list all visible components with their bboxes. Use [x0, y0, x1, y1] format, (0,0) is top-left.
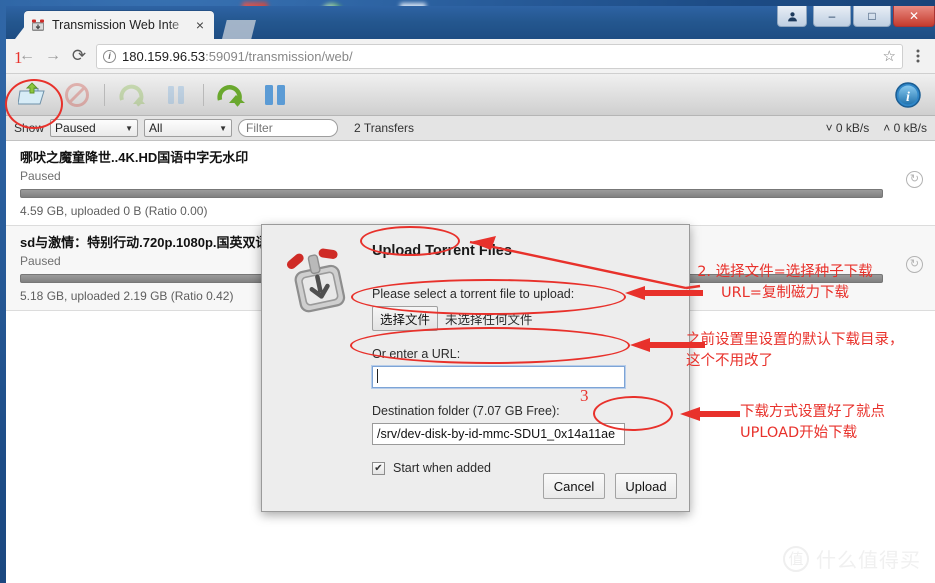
transmission-app: i Show Paused ▼ All ▼ 2 Transfers ˅ 0 kB… — [6, 74, 935, 583]
window-controls: – □ ✕ — [775, 6, 935, 28]
window-minimize-button[interactable]: – — [813, 6, 851, 27]
window-maximize-button[interactable]: □ — [853, 6, 891, 27]
resume-icon[interactable]: ↻ — [906, 256, 923, 273]
bookmark-star-icon[interactable]: ☆ — [883, 47, 896, 65]
back-icon[interactable]: ← — [14, 43, 40, 69]
browser-tab[interactable]: Transmission Web Inte × — [24, 11, 214, 39]
transmission-filterbar: Show Paused ▼ All ▼ 2 Transfers ˅ 0 kB/s… — [6, 116, 935, 141]
remove-torrent-button[interactable] — [58, 78, 96, 112]
start-when-added-label: Start when added — [393, 461, 491, 475]
browser-navbar: ← → ⟳ i 180.159.96.53:59091/transmission… — [6, 39, 935, 74]
address-bar-text: 180.159.96.53:59091/transmission/web/ — [122, 49, 353, 64]
watermark: 值 什么值得买 — [783, 544, 921, 573]
watermark-text: 什么值得买 — [816, 548, 921, 572]
download-arrow-icon: ˅ — [825, 121, 833, 135]
tab-close-icon[interactable]: × — [192, 17, 208, 33]
destination-folder-label: Destination folder (7.07 GB Free): — [372, 404, 560, 418]
show-label: Show — [14, 121, 45, 135]
table-row[interactable]: 哪吠之魔童降世..4K.HD国语中字无水印 Paused 4.59 GB, up… — [6, 141, 935, 226]
torrent-meta: 4.59 GB, uploaded 0 B (Ratio 0.00) — [20, 204, 208, 218]
browser-tab-title: Transmission Web Inte — [52, 18, 180, 32]
chevron-down-icon: ▼ — [125, 123, 134, 133]
chevron-down-icon-2: ▼ — [219, 123, 228, 133]
upload-speed-value: 0 kB/s — [893, 121, 927, 135]
upload-arrow-icon: ˄ — [883, 121, 891, 135]
dialog-body: Please select a torrent file to upload: … — [371, 287, 675, 475]
window-close-button[interactable]: ✕ — [893, 6, 935, 27]
torrent-status: Paused — [20, 169, 61, 183]
torrent-progress-bar — [20, 189, 883, 198]
download-speed-value: 0 kB/s — [835, 121, 870, 135]
url-host: 180.159.96.53 — [122, 48, 206, 64]
state-filter-value: Paused — [55, 121, 96, 135]
destination-folder-input[interactable]: /srv/dev-disk-by-id-mmc-SDU1_0x14a11ae — [372, 423, 625, 445]
url-label: Or enter a URL: — [372, 347, 461, 361]
choose-file-button[interactable]: 选择文件 — [372, 306, 439, 331]
browser-tabstrip: Transmission Web Inte × – □ ✕ — [6, 6, 935, 39]
forward-icon[interactable]: → — [40, 43, 66, 69]
no-file-selected-label: 未选择任何文件 — [445, 313, 533, 327]
pause-torrent-button[interactable] — [157, 78, 195, 112]
file-input-row: 选择文件 未选择任何文件 — [372, 306, 675, 331]
address-bar[interactable]: i 180.159.96.53:59091/transmission/web/ … — [96, 43, 903, 69]
start-torrent-button[interactable] — [113, 78, 151, 112]
dialog-title: Upload Torrent Files — [372, 243, 512, 259]
browser-window: Transmission Web Inte × – □ ✕ ← → ⟳ i 18… — [6, 6, 935, 583]
filter-input[interactable] — [238, 119, 339, 137]
state-filter-select[interactable]: Paused ▼ — [50, 119, 139, 137]
text-caret — [377, 369, 378, 383]
upload-torrent-dialog: Upload Torrent Files Please select a tor… — [261, 224, 690, 512]
resume-icon[interactable]: ↻ — [906, 171, 923, 188]
chrome-profile-button[interactable] — [777, 6, 807, 27]
toolbar-separator-2 — [203, 83, 204, 106]
transmission-favicon-icon — [30, 17, 46, 33]
site-info-icon[interactable]: i — [103, 49, 116, 63]
chrome-menu-icon[interactable] — [909, 48, 927, 64]
transmission-logo-icon — [280, 243, 354, 317]
upload-button[interactable]: Upload — [615, 473, 677, 499]
transfers-count: 2 Transfers — [354, 121, 415, 135]
info-button[interactable]: i — [893, 80, 923, 110]
watermark-logo-icon: 值 — [783, 545, 809, 572]
dialog-buttons: Cancel Upload — [543, 473, 677, 499]
transmission-toolbar: i — [6, 74, 935, 116]
torrent-name: 哪吠之魔童降世..4K.HD国语中字无水印 — [20, 150, 249, 165]
start-when-added-checkbox[interactable]: ✔ — [372, 461, 385, 475]
new-tab-button[interactable] — [222, 20, 256, 39]
url-input[interactable] — [371, 365, 626, 389]
tracker-filter-value: All — [149, 121, 163, 135]
speed-indicators: ˅ 0 kB/s ˄ 0 kB/s — [826, 121, 927, 135]
reload-icon[interactable]: ⟳ — [66, 43, 92, 69]
url-path: :59091/transmission/web/ — [205, 48, 353, 64]
cancel-button[interactable]: Cancel — [543, 473, 605, 499]
download-speed: ˅ 0 kB/s — [826, 121, 870, 135]
start-all-button[interactable] — [212, 78, 250, 112]
svg-text:i: i — [906, 90, 910, 105]
tracker-filter-select[interactable]: All ▼ — [144, 119, 233, 137]
file-select-label: Please select a torrent file to upload: — [372, 287, 575, 301]
pause-all-button[interactable] — [256, 78, 294, 112]
upload-speed: ˄ 0 kB/s — [883, 121, 927, 135]
open-torrent-button[interactable] — [14, 78, 52, 112]
toolbar-separator — [104, 83, 105, 106]
